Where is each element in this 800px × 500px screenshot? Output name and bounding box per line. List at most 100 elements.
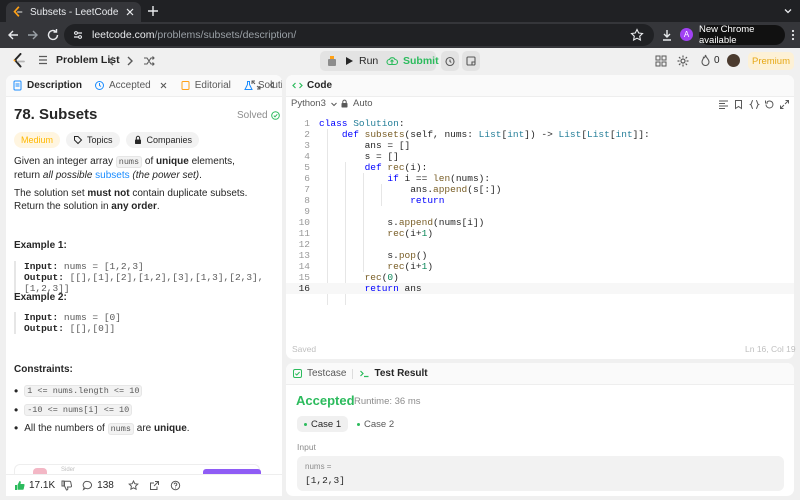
shuffle-icon[interactable]	[142, 54, 156, 68]
star-favorite-icon[interactable]	[127, 480, 139, 491]
code-line: 6 if i == len(nums):	[304, 173, 491, 184]
bookmark-icon[interactable]	[733, 99, 744, 110]
topics-chip[interactable]: Topics	[66, 132, 120, 148]
constraint-item: All the numbers of nums are unique.	[14, 421, 190, 435]
cloud-upload-icon	[386, 57, 398, 66]
run-label: Run	[359, 55, 379, 67]
address-bar[interactable]: leetcode.com/problems/subsets/descriptio…	[64, 24, 654, 46]
dislike-button[interactable]	[61, 480, 73, 491]
inline-code: nums	[115, 156, 143, 168]
companies-chip[interactable]: Companies	[125, 132, 200, 148]
pass-dot	[357, 422, 360, 426]
site-settings-icon[interactable]	[72, 29, 84, 41]
share-icon[interactable]	[149, 480, 160, 491]
code-line: 14 rec(i+1)	[298, 261, 434, 272]
braces-icon[interactable]	[749, 99, 760, 110]
forward-icon[interactable]	[26, 28, 40, 42]
bookmark-star-icon[interactable]	[630, 28, 644, 42]
timer-button[interactable]	[441, 51, 459, 71]
tab-testcase-label: Testcase	[307, 368, 347, 379]
format-code-icon[interactable]	[718, 99, 729, 110]
collapse-panel-icon[interactable]	[266, 79, 278, 91]
code-line-current: 16 return ans	[286, 283, 794, 294]
comment-count: 138	[97, 480, 114, 491]
topics-label: Topics	[87, 135, 113, 145]
problem-title: 78. Subsets	[14, 106, 98, 123]
pass-dot	[304, 422, 307, 426]
subsets-link[interactable]: subsets	[95, 170, 129, 181]
expand-editor-icon[interactable]	[779, 99, 790, 110]
constraint-item: 1 <= nums.length <= 10	[14, 384, 143, 398]
tab-editorial-label: Editorial	[194, 80, 231, 91]
note-icon	[466, 56, 476, 66]
browser-tab[interactable]: Subsets - LeetCode	[6, 2, 141, 22]
case-2-tab[interactable]: Case 2	[350, 416, 401, 432]
streak-counter[interactable]: 0	[700, 54, 720, 66]
maximize-panel-icon[interactable]	[250, 79, 262, 91]
browser-menu-icon[interactable]	[788, 29, 798, 41]
like-button[interactable]: 17.1K	[14, 480, 55, 491]
result-status: Accepted	[296, 393, 355, 408]
history-icon	[95, 81, 105, 90]
user-avatar[interactable]	[727, 54, 740, 67]
comments-button[interactable]: 138	[82, 480, 114, 491]
premium-button[interactable]: Premium	[748, 52, 794, 70]
download-icon[interactable]	[660, 28, 674, 42]
help-icon[interactable]	[170, 480, 181, 491]
variable-value: [1,2,3]	[305, 475, 345, 486]
example-1-heading: Example 1:	[14, 240, 67, 251]
settings-gear-icon[interactable]	[676, 54, 690, 68]
back-icon[interactable]	[6, 28, 20, 42]
tab-test-result[interactable]: Test Result	[353, 363, 433, 385]
tab-description[interactable]: Description	[6, 75, 88, 97]
promo-card[interactable]: Sider	[14, 464, 261, 475]
run-button[interactable]: Run	[344, 51, 378, 71]
description-tabs: Description Accepted Editorial Solutions	[6, 75, 282, 97]
leetcode-logo-icon[interactable]	[12, 53, 26, 69]
promo-text: Sider	[61, 467, 76, 473]
description-paragraph-2: The solution set must not contain duplic…	[14, 188, 248, 212]
code-line: 10 s.append(nums[i])	[298, 217, 485, 228]
new-chrome-available-button[interactable]: New Chrome available	[699, 24, 785, 46]
close-tab-accepted-icon[interactable]	[159, 81, 168, 90]
lock-icon	[341, 99, 348, 108]
run-submit-group: Run Submit	[320, 51, 439, 71]
play-icon	[346, 57, 353, 65]
code-line: 8 return	[304, 195, 445, 206]
flame-icon	[701, 54, 710, 66]
code-line: 3 ans = []	[304, 140, 411, 151]
next-problem-icon[interactable]	[123, 54, 137, 68]
tab-test-result-label: Test Result	[374, 368, 428, 379]
profile-avatar[interactable]: A	[680, 28, 693, 41]
previous-problem-icon[interactable]	[104, 54, 118, 68]
language-selector[interactable]: Python3	[291, 98, 338, 109]
variable-name: nums =	[305, 462, 332, 471]
layout-grid-icon[interactable]	[654, 54, 668, 68]
alarm-clock-icon	[445, 56, 455, 67]
url-text: leetcode.com/problems/subsets/descriptio…	[92, 29, 297, 41]
tab-editorial[interactable]: Editorial	[174, 75, 237, 97]
companies-label: Companies	[146, 135, 193, 145]
debug-icon[interactable]	[325, 54, 339, 68]
notes-button[interactable]	[462, 51, 480, 71]
reset-code-icon[interactable]	[764, 99, 775, 110]
check-circle-icon	[270, 111, 280, 120]
auto-mode-toggle[interactable]: Auto	[340, 98, 373, 109]
solved-status: Solved	[237, 110, 280, 121]
new-tab-icon[interactable]	[146, 4, 160, 18]
tab-testcase[interactable]: Testcase	[286, 363, 352, 385]
tab-code[interactable]: Code	[286, 75, 338, 97]
constraint-item: -10 <= nums[i] <= 10	[14, 403, 133, 417]
code-line: 4 s = []	[304, 151, 399, 162]
tab-search-chevron-icon[interactable]	[782, 5, 794, 17]
leetcode-favicon-icon	[13, 6, 23, 17]
problem-chips: Medium Topics Companies	[14, 132, 200, 148]
reload-icon[interactable]	[46, 28, 60, 42]
code-panel-tabs: Code	[286, 75, 794, 97]
case-1-tab[interactable]: Case 1	[297, 416, 349, 432]
close-tab-icon[interactable]	[125, 7, 135, 17]
submit-button[interactable]: Submit	[386, 51, 439, 71]
runtime-text: Runtime: 36 ms	[354, 396, 421, 407]
tab-accepted[interactable]: Accepted	[88, 75, 174, 97]
mode-label: Auto	[353, 98, 373, 109]
